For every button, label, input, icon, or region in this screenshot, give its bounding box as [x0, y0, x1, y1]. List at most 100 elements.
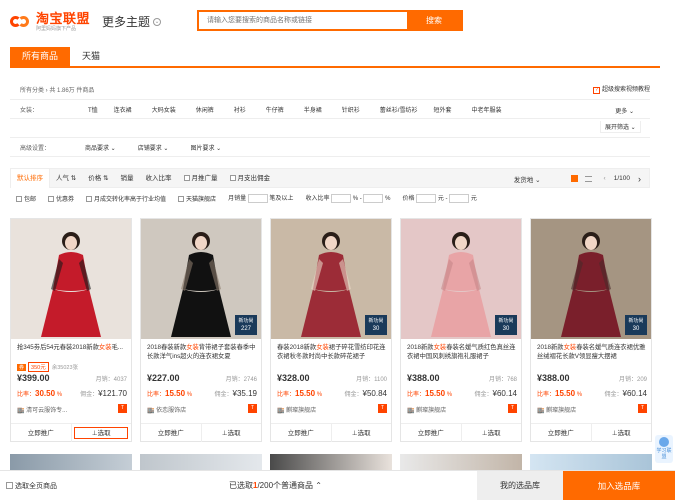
prev-page-icon[interactable]: ‹ [604, 175, 606, 182]
badge-price: 30 [632, 326, 640, 332]
my-library-button[interactable]: 我的选品库 [477, 471, 563, 500]
shop-name[interactable]: 🏬 麒璨旗舰店 T [407, 404, 517, 414]
shop-name[interactable]: 🏬 麒璨旗舰店 T [537, 404, 647, 414]
category-item[interactable]: T恤 [88, 105, 98, 114]
category-item[interactable]: 连衣裙 [114, 105, 132, 114]
product-card[interactable]: 新功尚 30 2018新款女装春装名媛气质连衣裙优雅丝绒褶花长款V领显瘦大摆裙 ¥38… [530, 218, 652, 442]
filter-unit: % [385, 196, 391, 203]
select-button[interactable]: ⊥选取 [460, 424, 522, 442]
category-item[interactable]: 休闲裤 [196, 105, 214, 114]
commission-row: 比率：15.50 % 佣金：¥60.14 [407, 389, 517, 398]
product-title[interactable]: 抢345劵后54元春装2018新款女装毛... [17, 343, 127, 361]
price-row: ¥399.00 月销：4037 [17, 373, 127, 383]
product-image[interactable]: 新功尚 30 [531, 219, 651, 339]
ship-from-dropdown[interactable]: 发货地 ⌄ [514, 174, 541, 184]
product-image[interactable] [11, 219, 131, 339]
product-title[interactable]: 2018新款女装春装名媛气质连衣裙优雅丝绒褶花长款V领显瘦大摆裙 [537, 343, 647, 361]
more-label: 更多 [615, 109, 628, 115]
product-title[interactable]: 2018春装新款女装背带裙子套装春季中长款洋气ins超火的连衣裙女夏 [147, 343, 257, 361]
tab-tmall[interactable]: 天猫 [70, 47, 112, 66]
select-all[interactable]: 选取全页商品 [0, 481, 200, 491]
expand-filter[interactable]: 展开筛选 ⌄ [600, 121, 641, 133]
shop-name[interactable]: 🏬 麒璨旗舰店 T [277, 404, 387, 414]
product-card[interactable]: 抢345劵后54元春装2018新款女装毛... 券 350元 余35023张 ¥399.… [10, 218, 132, 442]
filter-label: 月成交转化率高于行业均值 [94, 196, 167, 203]
add-to-library-button[interactable]: 加入选品库 [563, 471, 675, 500]
title-text: 毛... [111, 344, 124, 351]
product-image[interactable]: 新功尚 30 [271, 219, 391, 339]
sort-popularity[interactable]: 人气 ⇅ [50, 169, 82, 188]
sort-monthly-promo[interactable]: 月推广量 [178, 169, 224, 188]
product-title[interactable]: 2018新款女装春装名媛气质红色真丝连衣裙中国风刺绣旗袍礼服裙子 [407, 343, 517, 361]
filter-coupon[interactable]: 优惠券 [48, 194, 74, 203]
sort-monthly-commission[interactable]: 月支出佣金 [224, 169, 277, 188]
sort-price[interactable]: 价格 ⇅ [82, 169, 114, 188]
price-row: ¥227.00 月销：2746 [147, 373, 257, 383]
next-page-icon[interactable]: › [638, 174, 641, 184]
promote-button[interactable]: 立即推广 [401, 424, 461, 442]
rate-label: 比率： [407, 392, 426, 398]
category-item[interactable]: 蕾丝衫/雪纺衫 [380, 105, 418, 114]
category-item[interactable]: 半身裙 [304, 105, 322, 114]
list-view-icon[interactable] [584, 175, 592, 182]
tmall-icon: T [638, 404, 647, 413]
learn-label: 学习联盟 [656, 448, 672, 460]
commission-earn: 佣金：¥35.19 [215, 389, 257, 398]
checkbox [48, 195, 55, 202]
sort-ratio[interactable]: 收入比率 [140, 169, 178, 188]
select-button[interactable]: ⊥选取 [330, 424, 392, 442]
category-item[interactable]: 牛仔裤 [266, 105, 284, 114]
select-button[interactable]: ⊥选取 [200, 424, 262, 442]
grid-view-icon[interactable] [570, 175, 578, 182]
help-link[interactable]: ? 超级搜索视频教程 [592, 84, 650, 94]
category-item[interactable]: 衬衫 [234, 105, 246, 114]
product-card[interactable]: 新功尚 227 2018春装新款女装背带裙子套装春季中长款洋气ins超火的连衣裙女夏… [140, 218, 262, 442]
rate-label: 比率： [17, 392, 36, 398]
price-min-input[interactable] [416, 193, 437, 203]
shop-name[interactable]: 🏬 依恋服饰店 T [147, 404, 257, 414]
filter-tmall-flagship[interactable]: 天猫旗舰店 [178, 194, 216, 203]
filter-free-shipping[interactable]: 包邮 [16, 194, 36, 203]
logo[interactable]: 淘宝联盟 阿里妈妈旗下产品 [10, 10, 90, 34]
learn-widget[interactable]: 学习联盟 [655, 435, 673, 463]
category-item[interactable]: 短外套 [433, 105, 451, 114]
ratio-min-input[interactable] [331, 193, 352, 203]
ratio-max-input[interactable] [363, 193, 384, 203]
filter-conversion[interactable]: 月成交转化率高于行业均值 [86, 194, 166, 203]
monthly-sales-input[interactable] [247, 193, 268, 203]
select-button[interactable]: ⊥选取 [590, 424, 652, 442]
shop-name[interactable]: 🏬 清可云服饰专... T [17, 404, 127, 414]
price-max-input[interactable] [449, 193, 470, 203]
theme-menu[interactable]: 更多主题 ⌄ [102, 13, 162, 30]
dropdown-image-req[interactable]: 图片要求 ⌄ [190, 143, 221, 152]
category-item[interactable]: 中老年服装 [471, 105, 501, 114]
product-title[interactable]: 春装2018新款女装裙子碎花雪纺印花连衣裙秋冬款时尚中长款碎花裙子 [277, 343, 387, 361]
filter-unit: 笔及以上 [269, 196, 294, 203]
category-item[interactable]: 针织衫 [342, 105, 360, 114]
promote-button[interactable]: 立即推广 [141, 424, 201, 442]
tmall-icon: T [508, 404, 517, 413]
product-image[interactable]: 新功尚 227 [141, 219, 261, 339]
select-button[interactable]: ⊥选取 [70, 424, 132, 442]
dropdown-shop-req[interactable]: 店铺要求 ⌄ [138, 143, 169, 152]
search-box: 搜索 [197, 10, 463, 31]
sort-label: 月支出佣金 [237, 174, 271, 182]
promote-button[interactable]: 立即推广 [531, 424, 591, 442]
search-button[interactable]: 搜索 [407, 12, 461, 29]
product-image[interactable]: 新功尚 30 [401, 219, 521, 339]
category-item[interactable]: 大码女装 [152, 105, 176, 114]
sort-default[interactable]: 默认排序 [11, 168, 50, 188]
sort-sales[interactable]: 销量 [115, 169, 140, 188]
search-input[interactable] [199, 12, 407, 29]
product-card[interactable]: 新功尚 30 2018新款女装春装名媛气质红色真丝连衣裙中国风刺绣旗袍礼服裙子 ¥38… [400, 218, 522, 442]
product-price: ¥328.00 [277, 373, 310, 383]
more-categories[interactable]: 更多 ⌄ [615, 106, 634, 115]
dropdown-item-req[interactable]: 商品要求 ⌄ [85, 143, 116, 152]
rate-label: 比率： [277, 392, 296, 398]
promote-button[interactable]: 立即推广 [11, 424, 71, 442]
promo-badge: 新功尚 30 [495, 315, 517, 335]
product-image-peek [10, 454, 132, 470]
promote-button[interactable]: 立即推广 [271, 424, 331, 442]
tab-all-products[interactable]: 所有商品 [10, 47, 71, 66]
product-card[interactable]: 新功尚 30 春装2018新款女装裙子碎花雪纺印花连衣裙秋冬款时尚中长款碎花裙子 ¥3… [270, 218, 392, 442]
